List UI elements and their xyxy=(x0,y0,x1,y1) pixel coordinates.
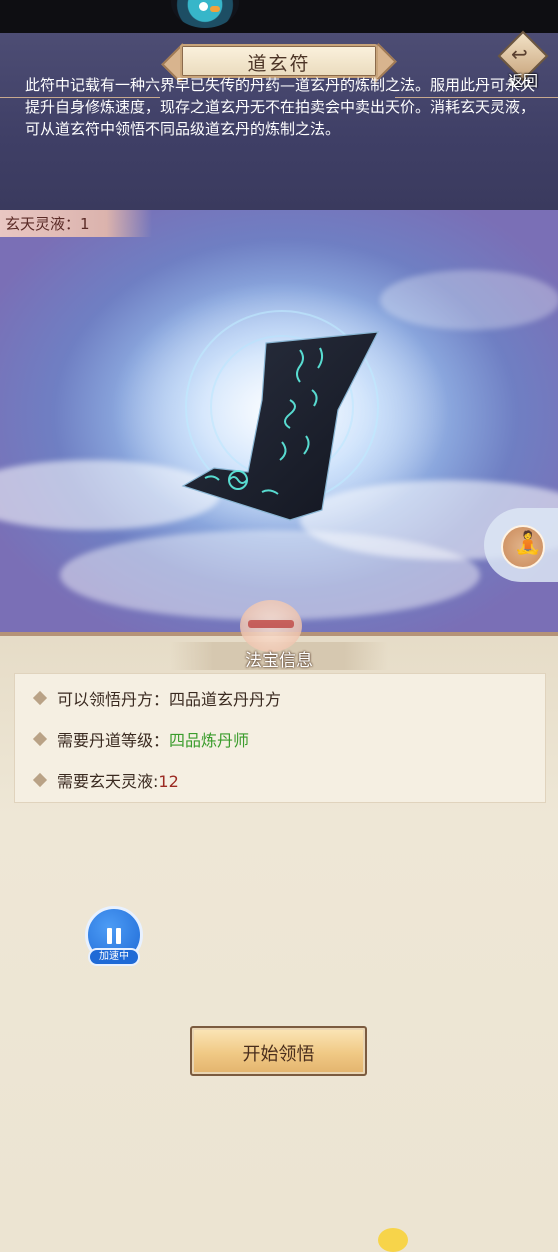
bottom-mascot-icon xyxy=(378,1228,408,1252)
speed-badge: 加速中 xyxy=(88,948,140,966)
meditation-figure-icon: 🧘 xyxy=(514,531,542,556)
item-description: 此符中记载有一种六界早已失传的丹药—道玄丹的炼制之法。服用此丹可永久提升自身修炼… xyxy=(25,76,536,138)
talisman-scroll-icon xyxy=(181,331,380,521)
top-status-strip xyxy=(0,0,558,33)
diamond-bullet-icon xyxy=(32,731,48,747)
info-row-cost: 需要玄天灵液:12 xyxy=(32,768,179,792)
pause-icon xyxy=(107,928,112,944)
start-comprehend-button[interactable]: 开始领悟 xyxy=(190,1026,367,1076)
talisman-artwork xyxy=(0,210,558,634)
resource-count-tag: 玄天灵液：1 xyxy=(0,210,152,237)
resource-count: 玄天灵液：1 xyxy=(5,215,90,233)
item-info-panel: 可以领悟丹方：四品道玄丹丹方 需要丹道等级：四品炼丹师 需要玄天灵液:12 xyxy=(14,673,546,803)
bird-mascot-icon xyxy=(171,0,239,28)
info-row-level: 需要丹道等级：四品炼丹师 xyxy=(32,727,249,751)
info-row-recipe: 可以领悟丹方：四品道玄丹丹方 xyxy=(32,686,281,710)
start-button-label: 开始领悟 xyxy=(242,1044,315,1065)
page-title: 道玄符 xyxy=(247,53,311,75)
diamond-bullet-icon xyxy=(32,772,48,788)
mascot-icon xyxy=(240,600,302,652)
diamond-bullet-icon xyxy=(32,690,48,706)
info-tab-label: 法宝信息 xyxy=(245,651,313,671)
meditation-side-button[interactable]: 🧘 xyxy=(484,508,558,582)
